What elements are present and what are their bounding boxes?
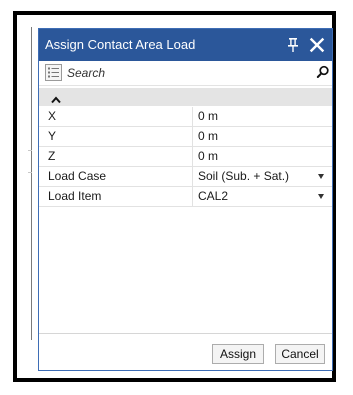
pin-icon[interactable] — [283, 35, 303, 55]
column-divider — [192, 167, 193, 186]
column-divider — [192, 127, 193, 146]
panel-titlebar[interactable]: Assign Contact Area Load — [39, 29, 332, 61]
property-name: Load Case — [48, 169, 107, 183]
categorized-list-icon[interactable] — [45, 64, 62, 81]
load-case-select[interactable]: Soil (Sub. + Sat.) — [198, 169, 289, 183]
assign-contact-area-load-panel: Assign Contact Area Load Search X 0 m Y … — [38, 28, 333, 371]
property-row-z[interactable]: Z 0 m — [39, 147, 332, 167]
search-bar — [39, 61, 332, 86]
panel-footer: Assign Cancel — [39, 333, 332, 370]
property-row-load-case[interactable]: Load Case Soil (Sub. + Sat.) — [39, 167, 332, 187]
property-name: Z — [48, 149, 56, 163]
property-row-load-item[interactable]: Load Item CAL2 — [39, 187, 332, 207]
property-value-y[interactable]: 0 m — [198, 129, 218, 143]
dropdown-arrow-icon[interactable] — [318, 194, 324, 199]
left-gutter-line — [31, 27, 32, 340]
property-name: Y — [48, 129, 57, 143]
panel-title: Assign Contact Area Load — [45, 37, 196, 52]
close-icon[interactable] — [307, 35, 327, 55]
column-divider — [192, 187, 193, 206]
column-divider — [192, 147, 193, 166]
property-row-x[interactable]: X 0 m — [39, 107, 332, 127]
property-value-x[interactable]: 0 m — [198, 109, 218, 123]
assign-button[interactable]: Assign — [212, 344, 264, 364]
property-grid: X 0 m Y 0 m Z 0 m Load Case Soil (Sub. +… — [39, 107, 332, 207]
cancel-button[interactable]: Cancel — [275, 344, 325, 364]
gutter-tick — [28, 172, 32, 173]
load-item-select[interactable]: CAL2 — [198, 189, 228, 203]
property-name: Load Item — [48, 189, 102, 203]
dropdown-arrow-icon[interactable] — [318, 174, 324, 179]
search-input[interactable] — [67, 64, 307, 82]
property-group-header[interactable] — [39, 88, 332, 106]
property-row-y[interactable]: Y 0 m — [39, 127, 332, 147]
property-name: X — [48, 109, 57, 123]
magnifier-icon[interactable] — [316, 65, 330, 79]
property-value-z[interactable]: 0 m — [198, 149, 218, 163]
column-divider — [192, 107, 193, 126]
gutter-tick — [28, 150, 32, 151]
chevron-up-icon[interactable] — [50, 92, 62, 104]
